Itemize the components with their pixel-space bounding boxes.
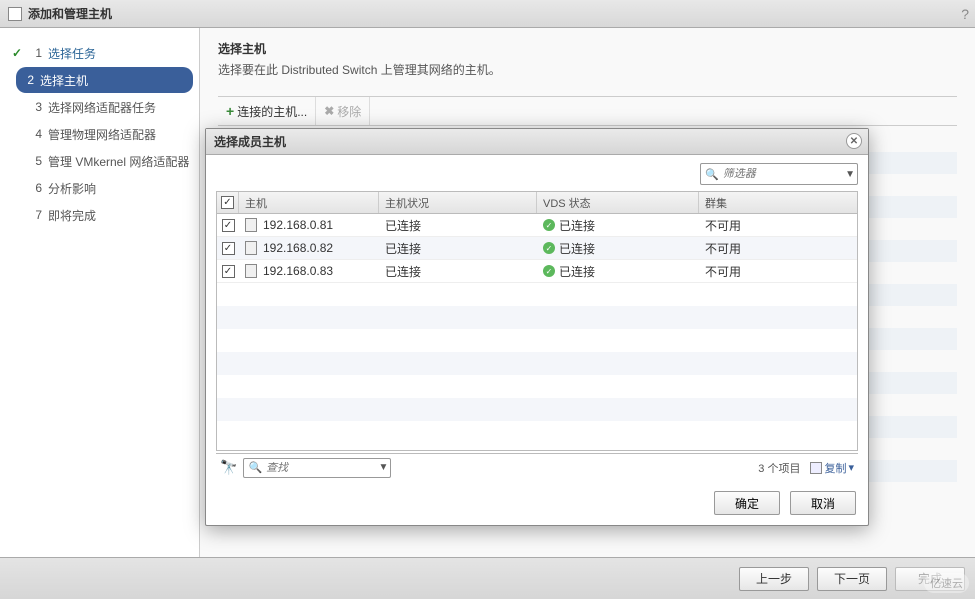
attach-label: 连接的主机... xyxy=(237,103,307,120)
copy-icon xyxy=(810,462,822,474)
col-host[interactable]: 主机 xyxy=(239,192,379,213)
select-all-checkbox-cell[interactable]: ✓ xyxy=(217,192,239,213)
col-host-status[interactable]: 主机状况 xyxy=(379,192,537,213)
table-row[interactable]: ✓ 192.168.0.82 已连接 ✓ 已连接 不可用 xyxy=(217,237,857,260)
step-label: 分析影响 xyxy=(48,180,96,197)
host-status: 已连接 xyxy=(385,217,421,234)
hosts-grid: ✓ 主机 主机状况 VDS 状态 群集 ✓ 192.168.0.81 已连接 ✓… xyxy=(216,191,858,451)
vds-status: 已连接 xyxy=(559,240,595,257)
check-icon: ✓ xyxy=(10,46,24,60)
status-ok-icon: ✓ xyxy=(543,219,555,231)
dialog-title: 选择成员主机 xyxy=(214,133,286,150)
step-number: 2 xyxy=(20,73,34,87)
help-icon[interactable]: ? xyxy=(961,6,969,22)
dialog-title-bar: 选择成员主机 ✕ xyxy=(206,129,868,155)
step-number: 5 xyxy=(28,154,42,168)
attach-hosts-button[interactable]: + 连接的主机... xyxy=(218,97,316,125)
wizard-step-4[interactable]: 4 管理物理网络适配器 xyxy=(0,121,199,147)
host-icon xyxy=(245,241,257,255)
wizard-step-5[interactable]: 5 管理 VMkernel 网络适配器 xyxy=(0,148,199,174)
remove-button[interactable]: ✖ 移除 xyxy=(316,97,370,125)
host-icon xyxy=(245,264,257,278)
search-icon: 🔍 xyxy=(705,168,719,181)
plus-icon: + xyxy=(226,103,234,119)
status-ok-icon: ✓ xyxy=(543,242,555,254)
cluster-value: 不可用 xyxy=(705,240,741,257)
col-cluster[interactable]: 群集 xyxy=(699,192,857,213)
filter-input-box[interactable]: 🔍 ▼ xyxy=(700,163,858,185)
find-input-box[interactable]: 🔍 ▼ xyxy=(243,458,391,478)
copy-label: 复制 xyxy=(824,460,846,476)
table-row[interactable]: ✓ 192.168.0.81 已连接 ✓ 已连接 不可用 xyxy=(217,214,857,237)
window-icon xyxy=(8,7,22,21)
search-icon: 🔍 xyxy=(248,461,262,474)
status-ok-icon: ✓ xyxy=(543,265,555,277)
step-number: 4 xyxy=(28,127,42,141)
window-title: 添加和管理主机 xyxy=(28,5,112,22)
wizard-step-7[interactable]: 7 即将完成 xyxy=(0,202,199,228)
copy-button[interactable]: 复制 ▾ xyxy=(810,460,854,476)
wizard-step-2[interactable]: 2 选择主机 xyxy=(16,67,193,93)
chevron-down-icon[interactable]: ▼ xyxy=(379,462,389,473)
grid-body: ✓ 192.168.0.81 已连接 ✓ 已连接 不可用 ✓ 192.168.0.… xyxy=(217,214,857,450)
page-title: 选择主机 xyxy=(218,40,957,57)
grid-footer: 🔭 🔍 ▼ 3 个项目 复制 ▾ xyxy=(216,453,858,481)
select-all-checkbox[interactable]: ✓ xyxy=(221,196,234,209)
step-label: 管理 VMkernel 网络适配器 xyxy=(48,153,189,170)
step-number: 7 xyxy=(28,208,42,222)
host-name: 192.168.0.82 xyxy=(263,241,333,255)
step-label: 选择任务 xyxy=(48,45,96,62)
host-status: 已连接 xyxy=(385,240,421,257)
col-vds-status[interactable]: VDS 状态 xyxy=(537,192,699,213)
vds-status: 已连接 xyxy=(559,217,595,234)
next-button[interactable]: 下一页 xyxy=(817,567,887,591)
cluster-value: 不可用 xyxy=(705,217,741,234)
select-member-hosts-dialog: 选择成员主机 ✕ 🔍 ▼ ✓ 主机 主机状况 VDS 状态 群集 ✓ 192.1… xyxy=(205,128,869,526)
step-number: 3 xyxy=(28,100,42,114)
watermark: 亿速云 xyxy=(924,573,969,593)
host-status: 已连接 xyxy=(385,263,421,280)
row-checkbox[interactable]: ✓ xyxy=(222,265,235,278)
host-name: 192.168.0.83 xyxy=(263,264,333,278)
step-label: 管理物理网络适配器 xyxy=(48,126,156,143)
step-label: 即将完成 xyxy=(48,207,96,224)
window-title-bar: 添加和管理主机 ? xyxy=(0,0,975,28)
step-label: 选择主机 xyxy=(40,72,88,89)
vds-status: 已连接 xyxy=(559,263,595,280)
cancel-button[interactable]: 取消 xyxy=(790,491,856,515)
back-button[interactable]: 上一步 xyxy=(739,567,809,591)
table-row[interactable]: ✓ 192.168.0.83 已连接 ✓ 已连接 不可用 xyxy=(217,260,857,283)
row-checkbox[interactable]: ✓ xyxy=(222,219,235,232)
step-number: 6 xyxy=(28,181,42,195)
chevron-down-icon: ▾ xyxy=(848,461,854,474)
cluster-value: 不可用 xyxy=(705,263,741,280)
remove-label: 移除 xyxy=(337,103,361,120)
row-checkbox[interactable]: ✓ xyxy=(222,242,235,255)
chevron-down-icon[interactable]: ▼ xyxy=(845,169,855,180)
wizard-step-1[interactable]: ✓ 1 选择任务 xyxy=(0,40,199,66)
wizard-step-6[interactable]: 6 分析影响 xyxy=(0,175,199,201)
filter-row: 🔍 ▼ xyxy=(206,155,868,191)
dialog-buttons: 确定 取消 xyxy=(206,481,868,525)
close-icon[interactable]: ✕ xyxy=(846,133,862,149)
item-count: 3 个项目 xyxy=(758,460,800,476)
content-toolbar: + 连接的主机... ✖ 移除 xyxy=(218,96,957,126)
host-name: 192.168.0.81 xyxy=(263,218,333,232)
wizard-step-3[interactable]: 3 选择网络适配器任务 xyxy=(0,94,199,120)
step-number: 1 xyxy=(28,46,42,60)
ok-button[interactable]: 确定 xyxy=(714,491,780,515)
wizard-sidebar: ✓ 1 选择任务 2 选择主机 3 选择网络适配器任务 4 管理物理网络适配器 … xyxy=(0,28,200,557)
grid-header: ✓ 主机 主机状况 VDS 状态 群集 xyxy=(217,192,857,214)
remove-icon: ✖ xyxy=(324,104,334,118)
binoculars-icon[interactable]: 🔭 xyxy=(220,459,237,476)
step-label: 选择网络适配器任务 xyxy=(48,99,156,116)
wizard-footer: 上一步 下一页 完成 xyxy=(0,557,975,599)
page-desc: 选择要在此 Distributed Switch 上管理其网络的主机。 xyxy=(218,61,957,78)
host-icon xyxy=(245,218,257,232)
